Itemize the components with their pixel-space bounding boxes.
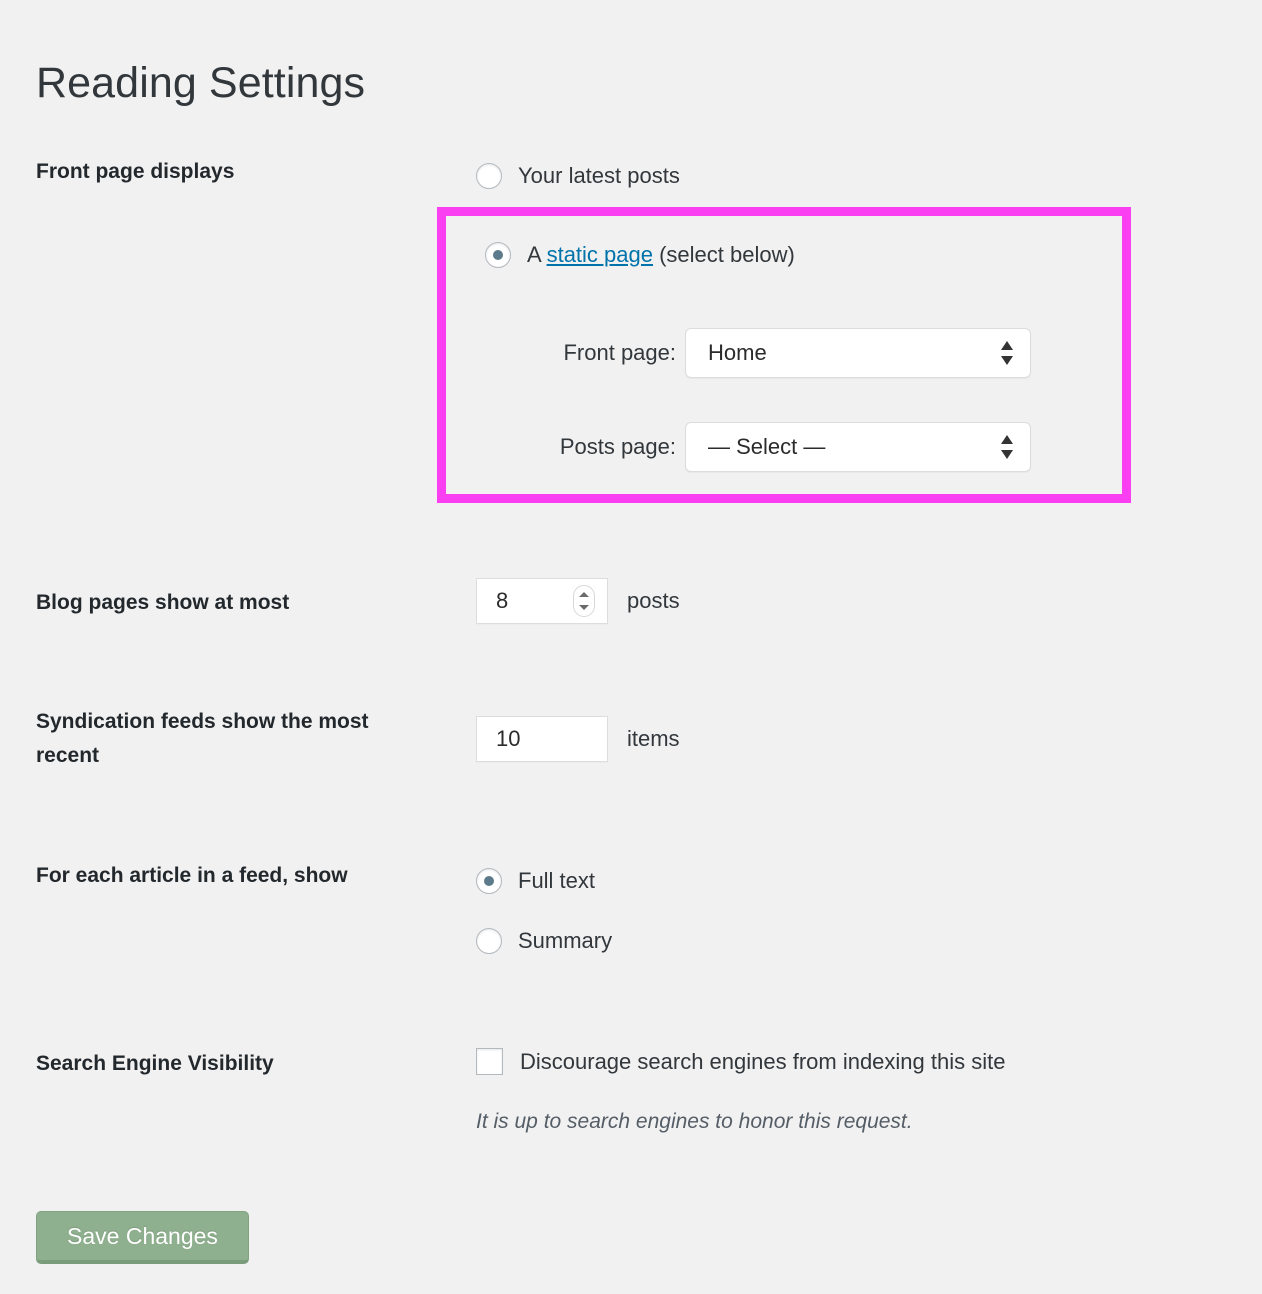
posts-page-select-row: Posts page: — Select — [521,422,1031,472]
search-engine-visibility-label: Search Engine Visibility [36,1052,274,1075]
radio-summary-label: Summary [518,928,613,953]
front-page-displays-label: Front page displays [36,160,235,183]
search-engine-visibility-hint: It is up to search engines to honor this… [476,1110,913,1133]
front-page-select-value: Home [708,340,767,365]
radio-option-full-text[interactable]: Full text [476,868,595,894]
static-page-prefix: A [527,242,547,267]
posts-page-select[interactable]: — Select — [685,422,1031,472]
radio-option-static-page[interactable]: A static page (select below) [485,242,795,268]
radio-full-text-input[interactable] [476,868,502,894]
syndication-feeds-label: Syndication feeds show the most recent [36,710,369,768]
radio-full-text-label: Full text [518,868,596,893]
static-page-suffix: (select below) [652,242,795,267]
blog-pages-label: Blog pages show at most [36,591,290,614]
syndication-feeds-input[interactable]: 10 [476,716,608,762]
radio-option-latest-posts[interactable]: Your latest posts [476,163,680,189]
chevron-updown-icon [1001,434,1014,460]
radio-latest-posts-input[interactable] [476,163,502,189]
posts-page-select-label: Posts page: [559,434,676,459]
radio-static-page-label: A static page (select below) [527,244,795,266]
blog-pages-input[interactable]: 8 [476,578,608,624]
blog-pages-field-row: 8 posts [476,578,680,624]
radio-option-summary[interactable]: Summary [476,928,612,954]
radio-static-page-input[interactable] [485,242,511,268]
posts-page-select-value: — Select — [708,434,826,459]
syndication-feeds-value: 10 [496,726,521,751]
syndication-feeds-unit: items [627,726,680,751]
discourage-search-engines-checkbox[interactable] [476,1048,503,1075]
static-page-highlight-box: A static page (select below) Front page:… [437,207,1131,503]
static-page-link[interactable]: static page [547,242,653,267]
highlight-inner: A static page (select below) Front page:… [446,216,1122,494]
discourage-search-engines-label: Discourage search engines from indexing … [520,1048,1006,1074]
discourage-search-engines-option[interactable]: Discourage search engines from indexing … [476,1048,1005,1075]
radio-latest-posts-label: Your latest posts [518,163,680,188]
chevron-updown-icon [1001,340,1014,366]
front-page-select-row: Front page: Home [521,328,1031,378]
syndication-feeds-field-row: 10 items [476,716,680,762]
radio-summary-input[interactable] [476,928,502,954]
blog-pages-unit: posts [627,588,680,613]
front-page-select[interactable]: Home [685,328,1031,378]
save-changes-button[interactable]: Save Changes [36,1211,249,1264]
feed-article-label: For each article in a feed, show [36,864,348,887]
front-page-select-label: Front page: [563,340,676,365]
page-title: Reading Settings [36,58,366,107]
blog-pages-value: 8 [496,588,509,613]
number-stepper-icon[interactable] [573,585,595,617]
